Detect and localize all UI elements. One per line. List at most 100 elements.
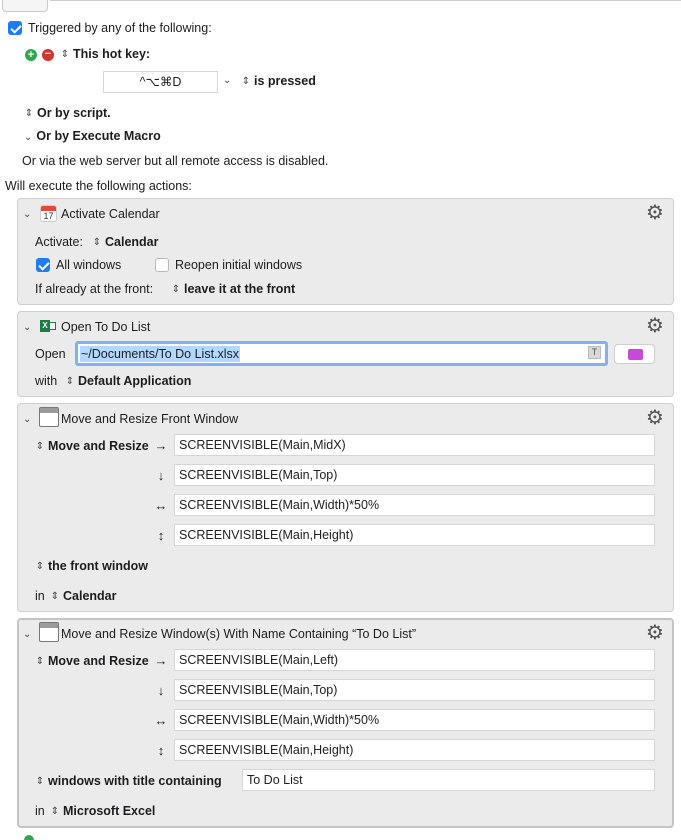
in-label: in (35, 804, 45, 818)
hotkey-label: This hot key: (73, 47, 151, 61)
front-popup[interactable]: ⇕ leave it at the front (171, 282, 295, 296)
activate-label: Activate: (35, 235, 83, 249)
choose-file-button[interactable] (614, 344, 655, 364)
updown-icon: ⇕ (241, 76, 251, 87)
action-move-resize-front[interactable]: ⌄ Move and Resize Front Window ⚙ ⇕ Move a… (17, 403, 674, 612)
hotkey-trigger-popup[interactable]: ⇕ This hot key: (60, 47, 150, 61)
mode-label: Move and Resize (48, 439, 149, 453)
header-separator (50, 0, 681, 1)
updown-icon: ⇕ (171, 284, 181, 295)
target-label: the front window (48, 559, 148, 573)
updown-icon: ⇕ (60, 49, 70, 60)
macro-icon (2, 0, 48, 12)
mode-label: Move and Resize (48, 654, 149, 668)
collapse-chevron-icon[interactable]: ⌄ (23, 209, 31, 220)
or-script-label: Or by script. (37, 106, 111, 120)
width-arrow-icon: ↔ (154, 498, 168, 513)
chevron-down-icon: ⌄ (24, 132, 33, 143)
actions-heading: Will execute the following actions: (5, 179, 192, 193)
hotkey-field[interactable]: ^⌥⌘D (103, 71, 218, 93)
with-label: with (35, 374, 58, 388)
action-title: Move and Resize Window(s) With Name Cont… (61, 627, 416, 641)
mode-popup[interactable]: ⇕ Move and Resize (35, 439, 149, 453)
collapse-chevron-icon[interactable]: ⌄ (23, 322, 31, 333)
collapse-chevron-icon[interactable]: ⌄ (23, 629, 31, 640)
action-title: Move and Resize Front Window (61, 412, 239, 426)
window-icon (39, 622, 59, 642)
mode-popup[interactable]: ⇕ Move and Resize (35, 654, 149, 668)
right-arrow-icon: → (154, 653, 168, 668)
front-value: leave it at the front (184, 282, 296, 296)
width-arrow-icon: ↔ (154, 713, 168, 728)
target-label: windows with title containing (48, 774, 222, 788)
add-trigger-icon[interactable]: + (25, 49, 37, 61)
target-popup[interactable]: ⇕ the front window (35, 559, 148, 573)
web-server-note: Or via the web server but all remote acc… (22, 154, 329, 168)
activate-app: Calendar (105, 235, 159, 249)
target-popup[interactable]: ⇕ windows with title containing (35, 774, 222, 788)
down-arrow-icon: ↓ (157, 683, 165, 698)
height-field[interactable]: SCREENVISIBLE(Main,Height) (174, 739, 655, 761)
height-arrow-icon: ↕ (157, 528, 165, 543)
with-value: Default Application (78, 374, 192, 388)
action-activate-calendar[interactable]: ⌄ 17 Activate Calendar ⚙ Activate: ⇕ Cale… (17, 198, 674, 305)
updown-icon: ⇕ (24, 108, 34, 119)
y-field[interactable]: SCREENVISIBLE(Main,Top) (174, 679, 655, 701)
in-app-popup[interactable]: ⇕ Calendar (50, 589, 117, 603)
x-field[interactable]: SCREENVISIBLE(Main,MidX) (174, 434, 655, 456)
in-app: Calendar (63, 589, 117, 603)
gear-icon[interactable]: ⚙ (645, 316, 665, 336)
all-windows-label: All windows (56, 258, 122, 272)
front-label: If already at the front: (35, 282, 154, 296)
all-windows-checkbox[interactable] (36, 258, 50, 272)
new-action-add-icon[interactable] (24, 835, 34, 840)
x-field[interactable]: SCREENVISIBLE(Main,Left) (174, 649, 655, 671)
updown-icon: ⇕ (35, 776, 45, 787)
window-icon (39, 407, 59, 427)
pressed-label: is pressed (254, 74, 316, 88)
action-move-resize-named[interactable]: ⌄ Move and Resize Window(s) With Name Co… (17, 618, 674, 828)
remove-trigger-icon[interactable]: − (42, 49, 54, 61)
width-field[interactable]: SCREENVISIBLE(Main,Width)*50% (174, 494, 655, 516)
token-badge[interactable]: T (588, 346, 601, 359)
triggered-checkbox[interactable] (8, 21, 22, 35)
in-app-popup[interactable]: ⇕ Microsoft Excel (50, 804, 156, 818)
triggered-label: Triggered by any of the following: (28, 21, 212, 35)
updown-icon: ⇕ (50, 591, 60, 602)
or-script-toggle[interactable]: ⇕ Or by script. (24, 106, 111, 120)
updown-icon: ⇕ (35, 561, 45, 572)
action-open-file[interactable]: ⌄ X Open To Do List ⚙ Open ~/Documents/T… (17, 311, 674, 397)
collapse-chevron-icon[interactable]: ⌄ (23, 414, 31, 425)
updown-icon: ⇕ (65, 376, 75, 387)
updown-icon: ⇕ (35, 441, 45, 452)
action-title: Activate Calendar (61, 207, 160, 221)
or-execute-toggle[interactable]: ⌄ Or by Execute Macro (24, 129, 161, 143)
gear-icon[interactable]: ⚙ (645, 203, 665, 223)
reopen-label: Reopen initial windows (175, 258, 303, 272)
down-arrow-icon: ↓ (157, 468, 165, 483)
pressed-popup[interactable]: ⇕ is pressed (241, 74, 316, 88)
action-title: Open To Do List (61, 320, 151, 334)
in-app: Microsoft Excel (63, 804, 156, 818)
or-execute-label: Or by Execute Macro (36, 129, 161, 143)
width-field[interactable]: SCREENVISIBLE(Main,Width)*50% (174, 709, 655, 731)
height-arrow-icon: ↕ (157, 743, 165, 758)
open-label: Open (35, 347, 66, 361)
updown-icon: ⇕ (92, 237, 102, 248)
in-label: in (35, 589, 45, 603)
hotkey-chevron-down-icon[interactable]: ⌄ (223, 75, 231, 86)
gear-icon[interactable]: ⚙ (645, 408, 665, 428)
path-field[interactable]: ~/Documents/To Do List.xlsx T (75, 341, 608, 366)
folder-icon (628, 349, 643, 360)
path-text: ~/Documents/To Do List.xlsx (80, 346, 241, 362)
updown-icon: ⇕ (50, 806, 60, 817)
y-field[interactable]: SCREENVISIBLE(Main,Top) (174, 464, 655, 486)
with-popup[interactable]: ⇕ Default Application (65, 374, 192, 388)
height-field[interactable]: SCREENVISIBLE(Main,Height) (174, 524, 655, 546)
reopen-checkbox[interactable] (155, 258, 169, 272)
calendar-icon: 17 (40, 205, 57, 222)
title-contains-field[interactable]: To Do List (242, 769, 655, 791)
gear-icon[interactable]: ⚙ (645, 623, 665, 643)
right-arrow-icon: → (154, 438, 168, 453)
activate-app-popup[interactable]: ⇕ Calendar (92, 235, 159, 249)
